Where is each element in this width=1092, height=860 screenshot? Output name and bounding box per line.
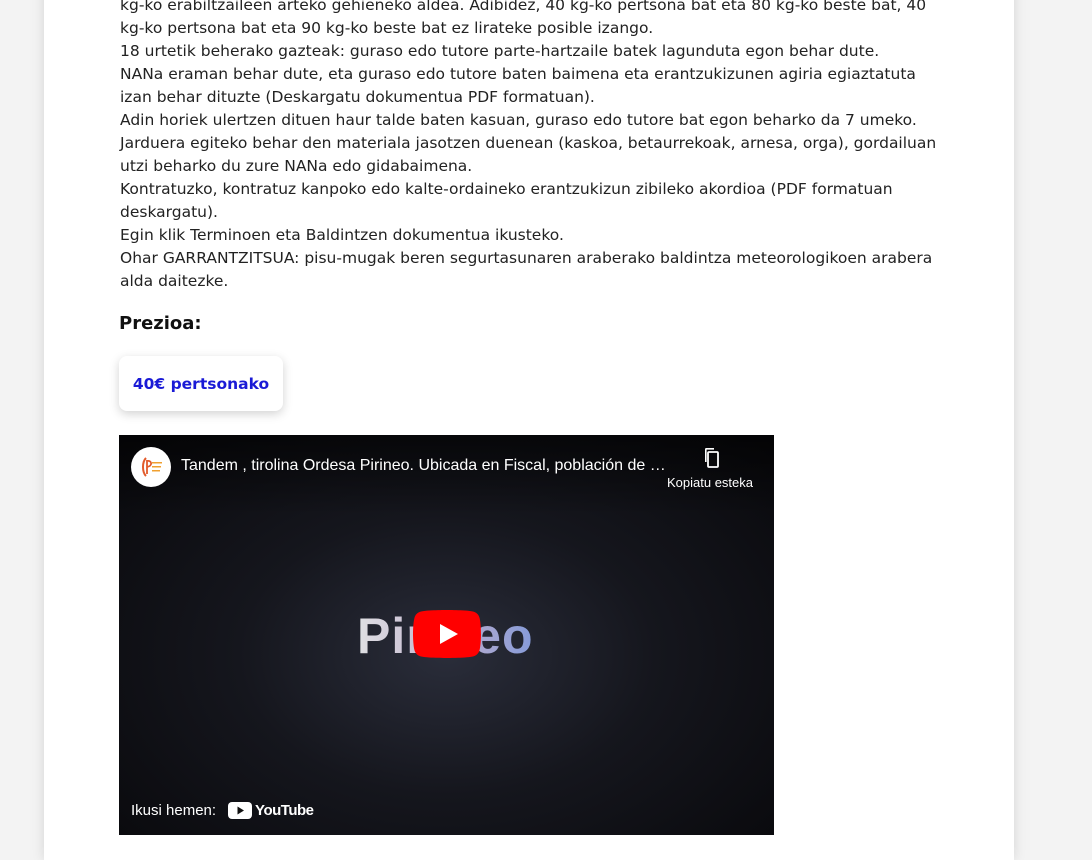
paragraph-id-documents: NANa eraman behar dute, eta guraso edo t… <box>120 65 916 106</box>
play-button-icon[interactable] <box>413 610 481 658</box>
paragraph-children-groups: Adin horiek ulertzen dituen haur talde b… <box>120 111 917 129</box>
paragraph-weight-difference: kg-ko erabiltzaileen arteko gehieneko al… <box>120 0 927 37</box>
youtube-video-embed[interactable]: Pirineo Tandem , tirolina Ordesa Pirineo… <box>119 435 774 835</box>
watch-on-label: Ikusi hemen: <box>131 802 217 819</box>
ordesa-tirolina-logo-icon <box>135 451 167 483</box>
copy-icon <box>705 448 719 468</box>
copy-link-button[interactable]: Kopiatu esteka <box>667 447 753 490</box>
youtube-play-icon <box>228 802 253 819</box>
watch-on-youtube-link[interactable]: Ikusi hemen: YouTube <box>131 802 314 819</box>
paragraph-important-note: Ohar GARRANTZITSUA: pisu-mugak beren seg… <box>120 249 933 290</box>
content-card: kg-ko erabiltzaileen arteko gehieneko al… <box>44 0 1014 860</box>
copy-link-label: Kopiatu esteka <box>667 475 753 490</box>
price-heading: Prezioa: <box>119 313 202 334</box>
channel-avatar[interactable] <box>131 447 171 487</box>
paragraph-minors: 18 urtetik beherako gazteak: guraso edo … <box>120 42 880 60</box>
paragraph-terms-link: Egin klik Terminoen eta Baldintzen dokum… <box>120 226 564 244</box>
paragraph-liability: Kontratuzko, kontratuz kanpoko edo kalte… <box>120 180 893 221</box>
conditions-text: kg-ko erabiltzaileen arteko gehieneko al… <box>120 0 942 293</box>
youtube-logo: YouTube <box>228 802 314 819</box>
paragraph-equipment-deposit: Jarduera egiteko behar den materiala jas… <box>120 134 937 175</box>
youtube-wordmark: YouTube <box>255 802 314 819</box>
video-title[interactable]: Tandem , tirolina Ordesa Pirineo. Ubicad… <box>181 457 666 475</box>
price-button[interactable]: 40€ pertsonako <box>119 356 283 411</box>
